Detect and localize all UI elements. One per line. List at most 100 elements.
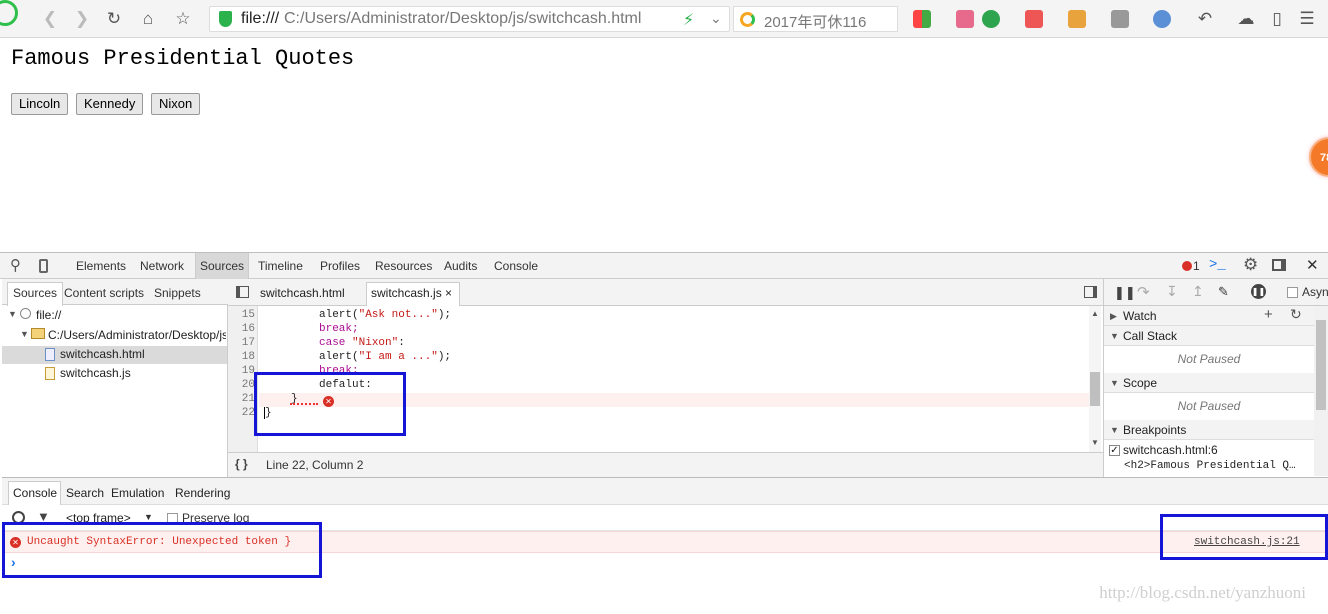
scrollbar-thumb[interactable]	[1316, 320, 1326, 410]
tree-folder[interactable]: C:/Users/Administrator/Desktop/js	[48, 328, 226, 342]
gear-icon[interactable]: ⚙	[1243, 255, 1258, 275]
code-string: "Nixon"	[352, 337, 399, 349]
tab-snippets[interactable]: Snippets	[154, 286, 201, 300]
scope-section[interactable]: ▼ Scope	[1104, 373, 1314, 393]
console-drawer-icon[interactable]: >_	[1209, 257, 1226, 273]
watch-section[interactable]: ▶ Watch + ↻	[1104, 306, 1314, 326]
scroll-up-icon[interactable]: ▲	[1091, 309, 1099, 318]
editor-tab-js[interactable]: switchcash.js	[371, 286, 442, 300]
scroll-down-icon[interactable]: ▼	[1091, 438, 1099, 447]
undo-icon[interactable]: ↶	[1195, 9, 1215, 29]
close-tab-icon[interactable]: ×	[445, 286, 452, 300]
step-out-icon[interactable]: ↥	[1192, 283, 1204, 300]
tab-profiles[interactable]: Profiles	[320, 259, 360, 273]
code-line-18[interactable]: alert("I am a ...");	[319, 351, 451, 363]
address-bar[interactable]: file:/// C:/Users/Administrator/Desktop/…	[209, 6, 730, 32]
scrollbar-thumb[interactable]	[1090, 372, 1100, 406]
nixon-button[interactable]: Nixon	[151, 93, 201, 115]
lincoln-button[interactable]: Lincoln	[11, 93, 69, 115]
shield-extension-icon[interactable]	[982, 10, 1000, 28]
tab-elements[interactable]: Elements	[76, 259, 126, 273]
step-over-icon[interactable]: ↷	[1137, 283, 1150, 301]
preserve-log-checkbox[interactable]	[167, 513, 178, 524]
tab-sources[interactable]: Sources	[195, 253, 250, 280]
search-box[interactable]: 2017年可休116	[733, 6, 898, 32]
extension-icon[interactable]	[1068, 10, 1086, 28]
dock-icon[interactable]	[1272, 259, 1286, 271]
async-checkbox[interactable]	[1287, 287, 1298, 298]
tree-root[interactable]: file://	[36, 308, 61, 322]
drawer-tab-console[interactable]: Console	[13, 486, 57, 500]
editor-scrollbar[interactable]: ▲ ▼	[1089, 306, 1101, 452]
drawer-tab-search[interactable]: Search	[66, 486, 104, 500]
error-source-link[interactable]: switchcash.js:21	[1194, 536, 1300, 548]
code-line-15[interactable]: alert("Ask not...");	[319, 309, 451, 321]
reload-icon[interactable]: ↻	[104, 9, 124, 29]
menu-icon[interactable]: ☰	[1297, 9, 1317, 29]
forward-icon[interactable]: ❯	[72, 9, 92, 29]
cloud-icon[interactable]: ☁	[1236, 9, 1256, 29]
magnifier-icon[interactable]	[1153, 10, 1171, 28]
error-marker-icon[interactable]: ✕	[323, 396, 334, 407]
kennedy-button[interactable]: Kennedy	[76, 93, 144, 115]
refresh-watch-icon[interactable]: ↻	[1290, 306, 1302, 323]
tab-network[interactable]: Network	[140, 259, 184, 273]
code-line-17[interactable]: case "Nixon":	[319, 337, 405, 349]
drawer-tab-emulation[interactable]: Emulation	[111, 486, 164, 500]
breakpoint-checkbox[interactable]: ✓	[1109, 445, 1120, 456]
tab-audits[interactable]: Audits	[444, 259, 477, 273]
pause-icon[interactable]: ❚❚	[1114, 285, 1136, 301]
sidebar-scrollbar[interactable]	[1314, 306, 1328, 476]
star-icon[interactable]: ☆	[173, 9, 193, 29]
code-line-22[interactable]: }	[264, 407, 272, 419]
triangle-down-icon[interactable]: ▼	[8, 309, 17, 319]
frame-select[interactable]: <top frame>	[66, 511, 131, 525]
code-line-16[interactable]: break;	[319, 323, 359, 335]
tab-sources-nav[interactable]: Sources	[7, 282, 64, 306]
tree-file-js[interactable]: switchcash.js	[60, 366, 131, 380]
add-watch-icon[interactable]: +	[1264, 306, 1273, 323]
deactivate-breakpoints-icon[interactable]: ✎	[1218, 284, 1229, 300]
preserve-log-label: Preserve log	[182, 511, 250, 525]
code-line-20[interactable]: defalut:	[319, 379, 372, 391]
toggle-navigator-icon[interactable]	[236, 286, 249, 298]
game-icon[interactable]	[1111, 10, 1129, 28]
editor-status-bar: { } Line 22, Column 2	[228, 452, 1103, 477]
tab-console[interactable]: Console	[494, 259, 538, 273]
apps-grid-icon[interactable]	[913, 10, 931, 28]
inspect-search-icon[interactable]: ⚲	[10, 256, 21, 274]
filter-icon[interactable]: ▼	[37, 509, 50, 524]
triangle-down-icon[interactable]: ▼	[20, 329, 29, 339]
home-icon[interactable]: ⌂	[138, 9, 158, 29]
error-count[interactable]: 1	[1193, 259, 1200, 273]
breakpoint-file[interactable]: switchcash.html:6	[1123, 443, 1218, 457]
call-stack-section[interactable]: ▼ Call Stack	[1104, 326, 1314, 346]
line-number: 18	[241, 351, 255, 363]
tab-resources[interactable]: Resources	[375, 259, 432, 273]
code-line-19[interactable]: break;	[319, 365, 359, 377]
scope-not-paused: Not Paused	[1177, 399, 1241, 413]
toggle-debugger-icon[interactable]	[1084, 286, 1097, 298]
close-icon[interactable]: ✕	[1306, 256, 1319, 274]
tab-timeline[interactable]: Timeline	[258, 259, 303, 273]
console-prompt[interactable]: ›	[11, 554, 16, 570]
chevron-down-icon[interactable]: ▼	[144, 512, 153, 522]
error-icon[interactable]	[1182, 261, 1192, 271]
floating-badge[interactable]: 78	[1309, 137, 1328, 177]
pretty-print-icon[interactable]: { }	[235, 457, 248, 471]
lightning-icon[interactable]: ⚡	[683, 10, 694, 30]
device-mode-icon[interactable]	[39, 259, 48, 273]
back-icon[interactable]: ❮	[40, 9, 60, 29]
editor-tab-html[interactable]: switchcash.html	[260, 286, 345, 300]
chevron-down-icon[interactable]: ⌄	[710, 10, 722, 27]
breakpoints-section[interactable]: ▼ Breakpoints	[1104, 420, 1314, 440]
drawer-tab-rendering[interactable]: Rendering	[175, 486, 230, 500]
phone-icon[interactable]: ▯	[1267, 9, 1287, 29]
clear-console-icon[interactable]	[12, 511, 25, 524]
step-into-icon[interactable]: ↧	[1166, 283, 1178, 300]
tree-file-html[interactable]: switchcash.html	[60, 347, 145, 361]
tab-content-scripts[interactable]: Content scripts	[64, 286, 144, 300]
extension-icon[interactable]	[956, 10, 974, 28]
translate-icon[interactable]	[1025, 10, 1043, 28]
pause-on-exceptions-icon[interactable]: ❚❚	[1251, 284, 1266, 299]
